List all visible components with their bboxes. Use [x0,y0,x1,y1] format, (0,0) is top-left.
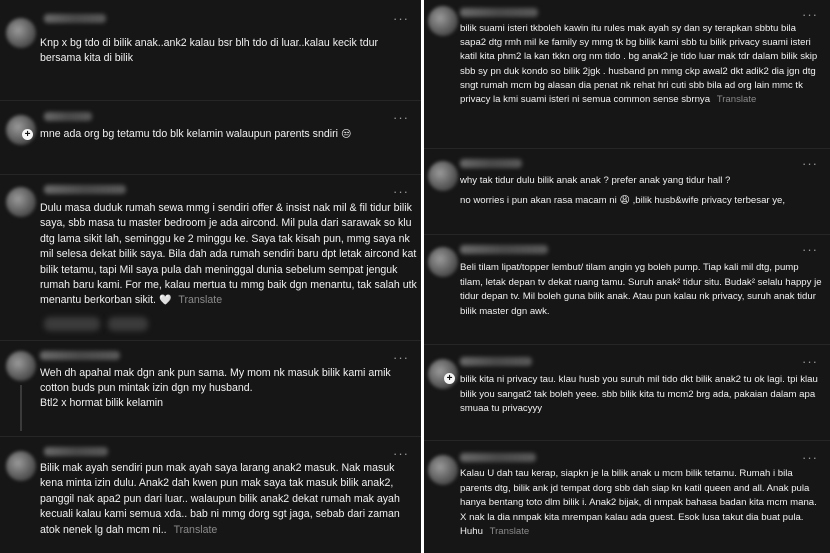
comment-text: Beli tilam lipat/topper lembut/ tilam an… [460,261,822,319]
comment-card: ··· Kalau U dah tau kerap, siapkn je la … [424,440,830,553]
comment-card: ··· bilik suami isteri tkboleh kawin itu… [424,0,830,148]
comment-body: no worries i pun akan rasa macam ni [460,195,617,206]
comment-body: ,bilik husb&wife privacy terbesar ye, [632,195,786,206]
username-blurred[interactable] [44,447,108,456]
comment-card: ··· Beli tilam lipat/topper lembut/ tila… [424,234,830,345]
comment-text-2: no worries i pun akan rasa macam ni 😩 ,b… [460,193,822,208]
comment-card: ··· Weh dh apahal mak dgn ank pun sama. … [0,340,421,437]
emoji-icon: 😩 [619,195,630,206]
comment-text: Dulu masa duduk rumah sewa mmg i sendiri… [40,201,420,309]
comment-text: Weh dh apahal mak dgn ank pun sama. My m… [40,366,420,397]
avatar[interactable] [6,18,36,48]
comment-card: ··· Dulu masa duduk rumah sewa mmg i sen… [0,174,421,341]
avatar[interactable] [6,451,36,481]
username-blurred[interactable] [44,14,106,23]
comment-body: mne ada org bg tetamu tdo blk kelamin wa… [40,128,338,140]
comment-body: Weh dh apahal mak dgn ank pun sama. My m… [40,367,391,395]
comment-body: Knp x bg tdo di bilik anak..ank2 kalau b… [40,37,379,65]
username-blurred[interactable] [460,245,548,254]
more-options-button[interactable]: ··· [393,185,409,198]
comment-body: Dulu masa duduk rumah sewa mmg i sendiri… [40,202,417,307]
translate-link[interactable]: Translate [490,526,530,537]
comment-card: + ··· bilik kita ni privacy tau. klau hu… [424,344,830,441]
more-options-button[interactable]: ··· [802,451,818,464]
follow-plus-icon[interactable]: + [444,373,455,384]
comment-card: ··· why tak tidur dulu bilik anak anak ?… [424,148,830,235]
comment-text: Bilik mak ayah sendiri pun mak ayah saya… [40,461,420,538]
comment-text: bilik kita ni privacy tau. klau husb you… [460,373,822,417]
comment-text-2: Btl2 x hormat bilik kelamin [40,396,420,411]
comment-card: ··· Knp x bg tdo di bilik anak..ank2 kal… [0,0,421,100]
more-options-button[interactable]: ··· [802,157,818,170]
reactions-blurred [108,317,148,331]
more-options-button[interactable]: ··· [393,447,409,460]
avatar[interactable] [428,247,458,277]
avatar[interactable] [428,6,458,36]
comment-text: mne ada org bg tetamu tdo blk kelamin wa… [40,127,418,142]
comment-card: ··· Bilik mak ayah sendiri pun mak ayah … [0,436,421,553]
comment-body: bilik suami isteri tkboleh kawin itu rul… [460,23,818,106]
comment-card: + ··· mne ada org bg tetamu tdo blk kela… [0,100,421,175]
comment-body: Bilik mak ayah sendiri pun mak ayah saya… [40,462,400,536]
username-blurred[interactable] [460,159,522,168]
more-options-button[interactable]: ··· [802,243,818,256]
comment-body: Beli tilam lipat/topper lembut/ tilam an… [460,262,822,317]
follow-plus-icon[interactable]: + [22,129,33,140]
username-blurred[interactable] [44,112,92,121]
more-options-button[interactable]: ··· [802,355,818,368]
username-blurred[interactable] [460,453,536,462]
username-blurred[interactable] [40,351,120,360]
more-options-button[interactable]: ··· [393,111,409,124]
more-options-button[interactable]: ··· [802,8,818,21]
username-blurred[interactable] [460,8,538,17]
thread-line [20,385,22,431]
comment-text: why tak tidur dulu bilik anak anak ? pre… [460,173,822,188]
comment-text: Knp x bg tdo di bilik anak..ank2 kalau b… [40,36,418,67]
right-comment-panel: ··· bilik suami isteri tkboleh kawin itu… [424,0,830,553]
left-comment-panel: ··· Knp x bg tdo di bilik anak..ank2 kal… [0,0,421,553]
username-blurred[interactable] [44,185,126,194]
avatar[interactable] [6,187,36,217]
comment-text: Kalau U dah tau kerap, siapkn je la bili… [460,467,822,540]
translate-link[interactable]: Translate [174,524,218,536]
more-options-button[interactable]: ··· [393,12,409,25]
reactions-blurred [44,317,100,331]
comment-body: why tak tidur dulu bilik anak anak ? pre… [460,175,731,186]
more-options-button[interactable]: ··· [393,351,409,364]
avatar[interactable] [428,161,458,191]
avatar[interactable] [428,455,458,485]
translate-link[interactable]: Translate [717,94,757,105]
translate-link[interactable]: Translate [178,294,222,306]
username-blurred[interactable] [460,357,532,366]
emoji-icon: 😒 [340,129,352,140]
avatar[interactable] [6,351,36,381]
comment-body: Btl2 x hormat bilik kelamin [40,397,164,409]
comment-text: bilik suami isteri tkboleh kawin itu rul… [460,22,822,107]
heart-emoji-icon: 🤍 [158,295,172,307]
comment-body: bilik kita ni privacy tau. klau husb you… [460,374,818,415]
